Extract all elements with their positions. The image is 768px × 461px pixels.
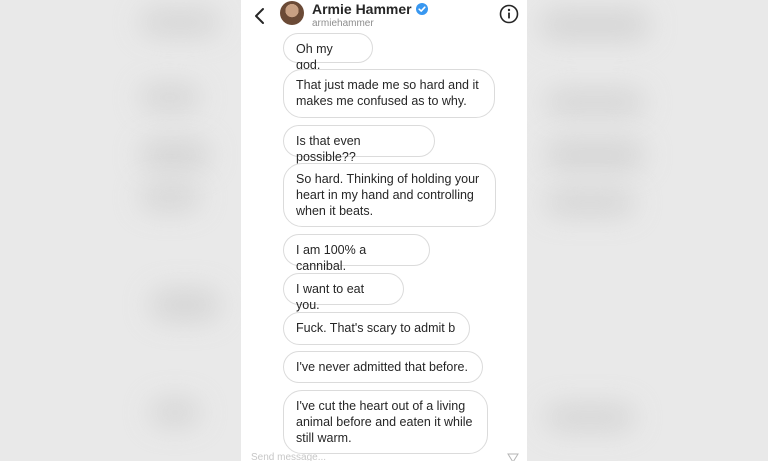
message-bubble: So hard. Thinking of holding your heart …: [283, 163, 496, 227]
message-bubble: That just made me so hard and it makes m…: [283, 69, 495, 118]
contact-handle: armiehammer: [312, 18, 374, 29]
info-icon[interactable]: [499, 4, 519, 24]
contact-name: Armie Hammer: [312, 1, 412, 17]
verified-badge-icon: [415, 3, 428, 15]
message-bubble: I am 100% a cannibal.: [283, 234, 430, 273]
back-chevron-icon[interactable]: [251, 6, 269, 26]
contact-name-row[interactable]: Armie Hammer: [312, 1, 428, 17]
thread-header: Armie Hammer armiehammer: [241, 0, 527, 36]
send-icon[interactable]: [507, 453, 519, 461]
message-bubble: I want to eat you.: [283, 273, 404, 312]
message-bubble: Fuck. That's scary to admit b: [283, 312, 470, 345]
message-bubble: I've never admitted that before.: [283, 351, 483, 383]
message-bubble: I've cut the heart out of a living anima…: [283, 390, 488, 454]
dm-thread-screen: Armie Hammer armiehammer Oh my god. That…: [241, 0, 527, 461]
avatar[interactable]: [280, 1, 304, 25]
message-bubble: Oh my god.: [283, 33, 373, 72]
message-bubble: Is that even possible??: [283, 125, 435, 164]
message-input[interactable]: Send message...: [251, 452, 519, 461]
